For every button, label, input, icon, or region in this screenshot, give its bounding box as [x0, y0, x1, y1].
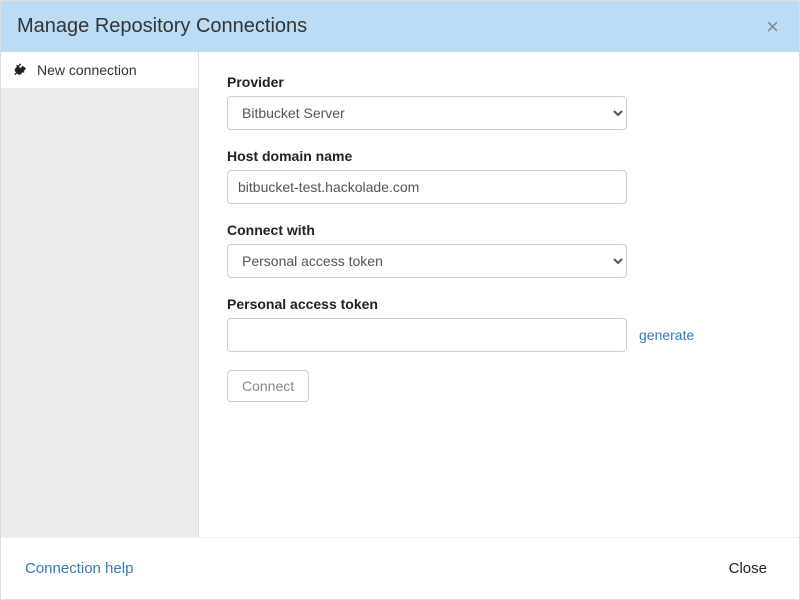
close-button[interactable]: Close	[721, 554, 775, 583]
dialog-titlebar: Manage Repository Connections ×	[1, 1, 799, 52]
provider-select[interactable]: Bitbucket Server	[227, 96, 627, 130]
manage-repo-connections-dialog: Manage Repository Connections × New conn…	[0, 0, 800, 600]
field-host: Host domain name	[227, 148, 771, 204]
dialog-title: Manage Repository Connections	[17, 15, 307, 38]
connection-help-link[interactable]: Connection help	[25, 560, 133, 577]
close-icon[interactable]: ×	[762, 16, 783, 38]
plug-icon	[13, 62, 29, 78]
host-label: Host domain name	[227, 148, 771, 164]
field-connect-with: Connect with Personal access token	[227, 222, 771, 278]
token-label: Personal access token	[227, 296, 771, 312]
connect-button[interactable]: Connect	[227, 370, 309, 402]
provider-label: Provider	[227, 74, 771, 90]
field-provider: Provider Bitbucket Server	[227, 74, 771, 130]
sidebar-item-new-connection[interactable]: New connection	[1, 52, 198, 88]
sidebar-item-label: New connection	[37, 62, 137, 78]
generate-link[interactable]: generate	[639, 327, 694, 343]
host-input[interactable]	[227, 170, 627, 204]
connection-form: Provider Bitbucket Server Host domain na…	[199, 52, 799, 537]
connect-with-select[interactable]: Personal access token	[227, 244, 627, 278]
connections-sidebar: New connection	[1, 52, 199, 537]
field-token: Personal access token generate	[227, 296, 771, 352]
token-input[interactable]	[227, 318, 627, 352]
connect-with-label: Connect with	[227, 222, 771, 238]
field-actions: Connect	[227, 370, 771, 402]
dialog-footer: Connection help Close	[1, 537, 799, 599]
dialog-body: New connection Provider Bitbucket Server…	[1, 52, 799, 537]
